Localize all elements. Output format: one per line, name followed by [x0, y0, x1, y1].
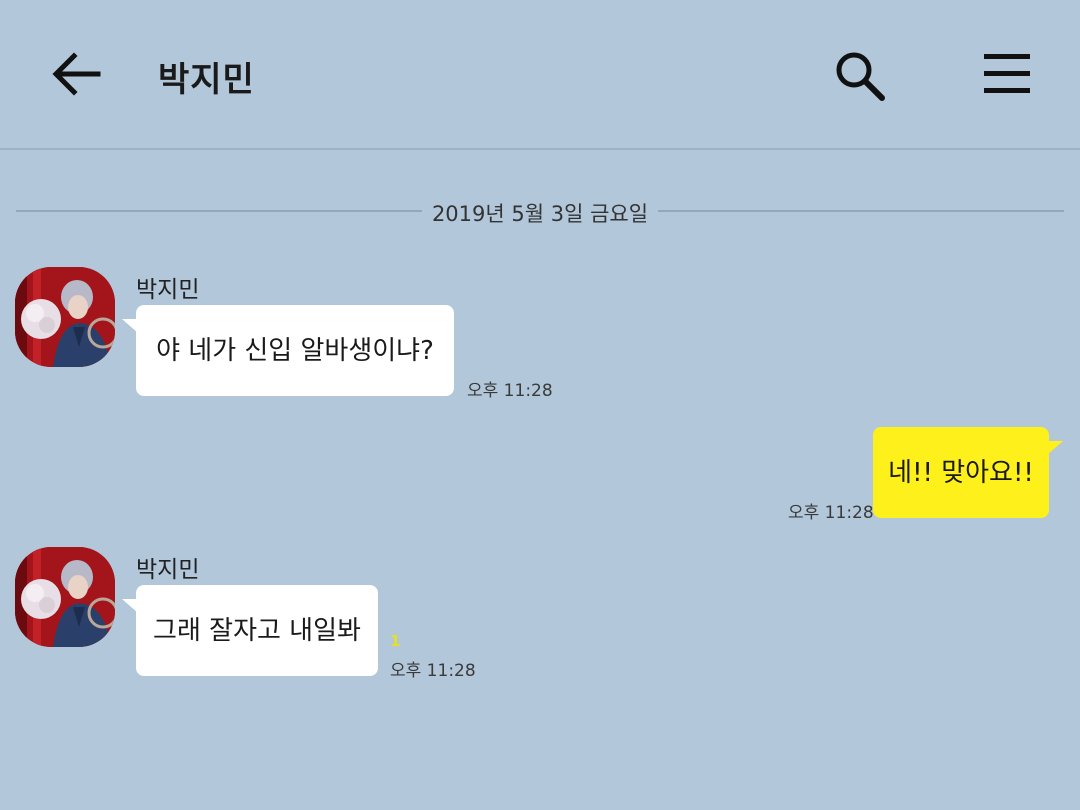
profile-photo [15, 547, 115, 647]
message-bubble[interactable]: 네!! 맞아요!! [873, 427, 1063, 518]
hamburger-menu-icon [984, 54, 1030, 93]
chat-title: 박지민 [158, 60, 255, 100]
arrow-left-icon [52, 52, 101, 96]
message-bubble[interactable]: 야 네가 신입 알바생이냐? [122, 305, 454, 396]
unread-count: 1 [390, 632, 401, 650]
divider-line [16, 210, 422, 212]
message-text: 야 네가 신입 알바생이냐? [156, 335, 434, 366]
avatar[interactable] [15, 267, 115, 367]
date-divider: 2019년 5월 3일 금요일 [16, 196, 1064, 226]
avatar[interactable] [15, 547, 115, 647]
menu-button[interactable] [980, 52, 1034, 96]
search-icon [836, 52, 885, 101]
divider-line [658, 210, 1064, 212]
message-time: 오후 11:28 [788, 503, 874, 523]
date-label: 2019년 5월 3일 금요일 [431, 202, 649, 226]
back-button[interactable] [50, 50, 104, 98]
message-text: 네!! 맞아요!! [888, 457, 1034, 488]
message-text: 그래 잘자고 내일봐 [153, 615, 361, 646]
message-time: 오후 11:28 [390, 661, 476, 681]
message-bubble[interactable]: 그래 잘자고 내일봐 [122, 585, 378, 676]
search-button[interactable] [832, 48, 888, 104]
message-time: 오후 11:28 [467, 381, 553, 401]
profile-photo [15, 267, 115, 367]
sender-name: 박지민 [136, 277, 200, 303]
sender-name: 박지민 [136, 557, 200, 583]
chat-header: 박지민 [0, 0, 1080, 150]
